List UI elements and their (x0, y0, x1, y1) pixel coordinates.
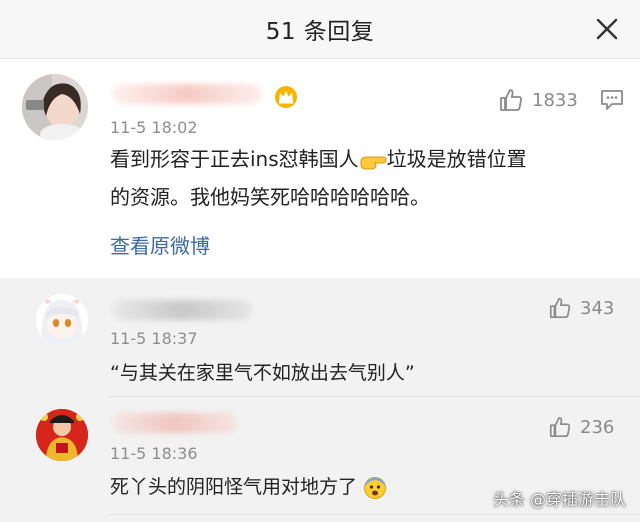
like-count: 343 (580, 297, 615, 319)
reply-body: “与其关在家里气不如放出去气别人” (110, 362, 415, 384)
comment-text-part2: 垃圾是放错位置 (386, 147, 527, 171)
watermark: 头条 @穿插游击队 (492, 490, 626, 509)
fearful-face-emoji (364, 476, 387, 499)
thumbs-up-icon (549, 297, 571, 319)
divider (108, 514, 640, 515)
like-button[interactable]: 236 (548, 415, 614, 439)
username-blurred[interactable] (112, 413, 237, 433)
avatar[interactable] (36, 294, 88, 346)
replies-section: 11-5 18:37 343 “与其关在家里气不如放出去气别人” 11-5 18… (0, 278, 640, 522)
view-original-weibo-link[interactable]: 查看原微博 (110, 230, 210, 259)
comment-icon[interactable] (600, 89, 624, 111)
avatar-photo (22, 74, 88, 140)
comment-time: 11-5 18:02 (110, 118, 198, 137)
page-title: 51 条回复 (265, 19, 375, 45)
reply-time: 11-5 18:37 (110, 329, 198, 348)
like-button[interactable]: 343 (548, 296, 614, 320)
like-count: 236 (580, 416, 615, 438)
divider (108, 396, 640, 397)
reply-time: 11-5 18:36 (110, 444, 198, 463)
crown-badge-icon (275, 86, 297, 108)
like-count: 1833 (532, 89, 578, 111)
close-icon (596, 18, 618, 40)
avatar[interactable] (22, 74, 88, 140)
comment-body: 看到形容于正去ins怼韩国人 垃圾是放错位置 的资源。我他妈笑死哈哈哈哈哈哈。 (110, 140, 630, 216)
avatar[interactable] (36, 409, 88, 461)
comment-text-line2: 的资源。我他妈笑死哈哈哈哈哈哈。 (110, 185, 430, 209)
reply-header: 51 条回复 (0, 0, 640, 59)
comment-text-part1: 看到形容于正去ins怼韩国人 (110, 147, 359, 171)
main-comment: 11-5 18:02 1833 看到形容于正去ins怼韩国人 垃圾是放错位置 的资… (0, 59, 640, 278)
close-button[interactable] (592, 14, 622, 44)
thumbs-up-icon (549, 416, 571, 438)
thumbs-up-icon (500, 89, 522, 111)
avatar-anime (36, 294, 88, 346)
pointing-hand-emoji (360, 156, 387, 169)
username-blurred[interactable] (112, 84, 262, 104)
avatar-god-of-wealth (36, 409, 88, 461)
reply-body: 死丫头的阴阳怪气用对地方了 (110, 472, 387, 500)
like-button[interactable]: 1833 (498, 87, 578, 113)
reply-text: 死丫头的阴阳怪气用对地方了 (110, 476, 358, 498)
username-blurred[interactable] (112, 300, 252, 320)
